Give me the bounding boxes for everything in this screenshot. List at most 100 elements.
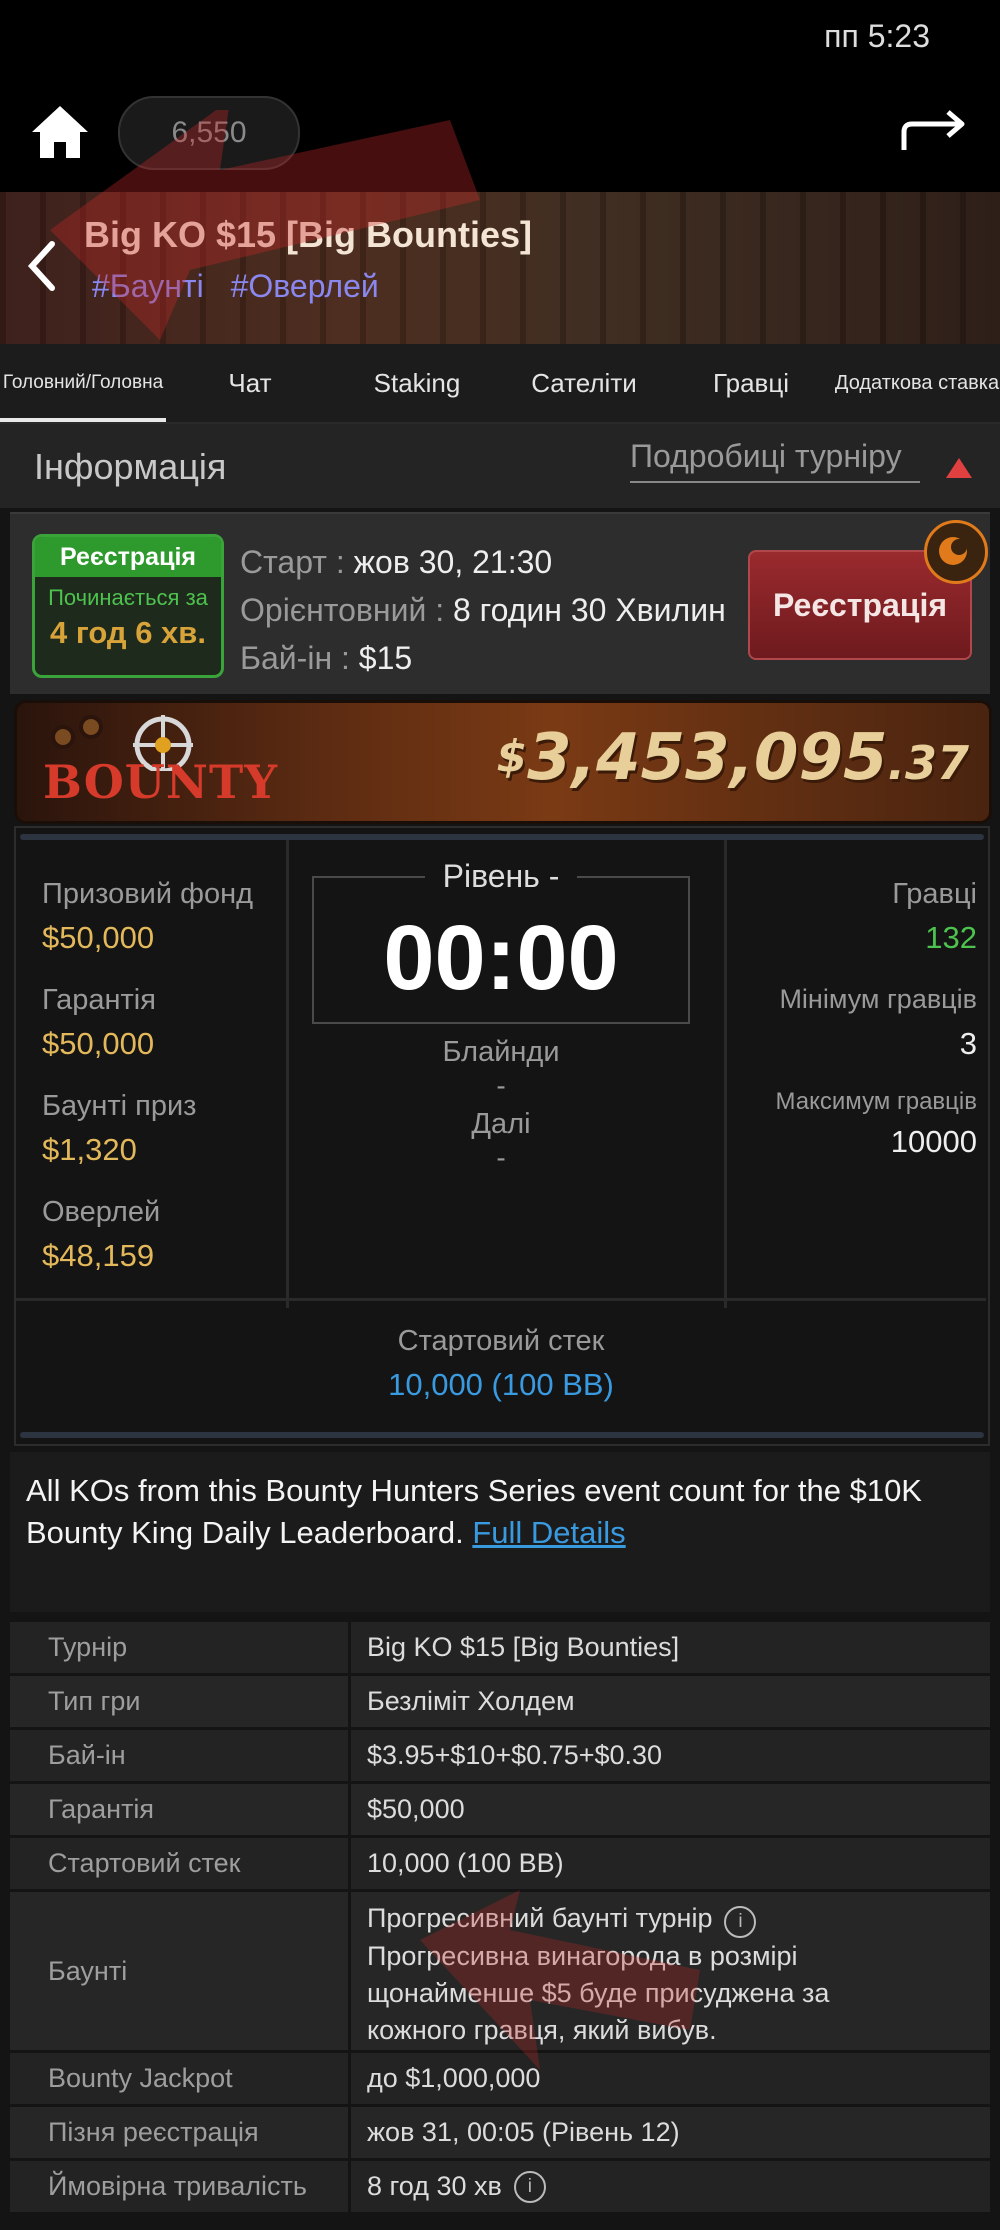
start-value: жов 30, 21:30 — [353, 544, 553, 580]
detail-value: Big KO $15 [Big Bounties] — [367, 1632, 680, 1662]
detail-key: Bounty Jackpot — [10, 2053, 351, 2104]
tab-players[interactable]: Гравці — [668, 344, 834, 422]
chip-balance[interactable]: 6,550 — [118, 96, 300, 170]
detail-key: Стартовий стек — [10, 1838, 351, 1889]
max-players-label: Максимум гравців — [775, 1088, 977, 1115]
back-chevron-icon[interactable] — [24, 238, 60, 294]
table-row: Турнір Big KO $15 [Big Bounties] — [10, 1622, 990, 1676]
next-value: - — [496, 1142, 506, 1173]
tournament-title: Big KO $15 [Big Bounties] — [84, 214, 533, 255]
detail-value: Прогресивний баунті турнір — [367, 1903, 713, 1933]
tag-overlay[interactable]: #Оверлей — [231, 268, 379, 304]
level-label: Рівень - — [424, 858, 578, 894]
table-row: Тип гри Безліміт Холдем — [10, 1676, 990, 1730]
detail-value: 8 год 30 хв — [367, 2171, 502, 2201]
registration-info: Старт : жов 30, 21:30 Орієнтовний : 8 го… — [240, 538, 726, 682]
tournament-header: Big KO $15 [Big Bounties] #Баунті #Оверл… — [0, 192, 1000, 344]
bounty-amount-main: 3,453,095 — [527, 721, 888, 795]
detail-value: 10,000 (100 BB) — [367, 1848, 564, 1878]
tournament-stats: Призовий фонд $50,000 Гарантія $50,000 Б… — [14, 826, 990, 1446]
starting-stack-value: 10,000 (100 BB) — [388, 1367, 614, 1402]
buyin-value: $15 — [358, 640, 413, 676]
players-label: Гравці — [892, 878, 977, 910]
estimated-label: Орієнтовний : — [240, 592, 445, 628]
players-value: 132 — [925, 920, 977, 955]
detail-value-block: Прогресивний баунті турнір i Прогресивна … — [351, 1892, 990, 2050]
detail-value: жов 31, 00:05 (Рівень 12) — [367, 2117, 680, 2147]
guarantee-label: Гарантія — [42, 984, 156, 1016]
estimated-value: 8 годин 30 Хвилин — [452, 592, 726, 628]
info-title: Інформація — [34, 446, 227, 487]
registration-status-title: Реєстрація — [35, 537, 221, 577]
detail-key: Бай-ін — [10, 1730, 351, 1781]
prize-pool-label: Призовий фонд — [42, 878, 254, 910]
guarantee-value: $50,000 — [42, 1026, 155, 1061]
top-bar: 6,550 — [0, 80, 1000, 192]
level-clock: Рівень - 00:00 — [312, 858, 690, 1024]
tab-bar: Головний/Головна Чат Staking Сателіти Гр… — [0, 344, 1000, 424]
detail-key: Гарантія — [10, 1784, 351, 1835]
promo-banner: All KOs from this Bounty Hunters Series … — [10, 1452, 990, 1612]
tab-main[interactable]: Головний/Головна — [0, 344, 166, 422]
info-icon[interactable]: i — [513, 2170, 546, 2203]
status-time: пп 5:23 — [824, 18, 930, 54]
tab-staking[interactable]: Staking — [334, 344, 500, 422]
prize-pool-value: $50,000 — [42, 920, 155, 955]
min-players-label: Мінімум гравців — [779, 984, 977, 1014]
tournament-details-link[interactable]: Подробиці турніру — [630, 438, 920, 483]
tab-add-on[interactable]: Додаткова ставка — [834, 344, 1000, 422]
promo-paragraph: All KOs from this Bounty Hunters Series … — [26, 1470, 966, 1554]
stats-bottom-divider — [20, 1432, 984, 1438]
starts-in-label: Починається за — [48, 585, 208, 610]
home-icon[interactable] — [28, 100, 92, 164]
table-row: Bounty Jackpot до $1,000,000 — [10, 2053, 990, 2107]
overlay-label: Оверлей — [42, 1196, 161, 1228]
detail-value: $50,000 — [367, 1794, 465, 1824]
bounty-word: BOUNTY — [43, 755, 279, 809]
blinds-label: Блайнди — [442, 1036, 560, 1068]
info-header: Інформація Подробиці турніру — [0, 424, 1000, 508]
prize-column: Призовий фонд $50,000 Гарантія $50,000 Б… — [16, 840, 289, 1308]
status-bar: пп 5:23 — [0, 0, 1000, 80]
min-players-value: 3 — [959, 1026, 977, 1061]
tag-bounty[interactable]: #Баунті — [92, 268, 204, 304]
table-row: Гарантія $50,000 — [10, 1784, 990, 1838]
table-row: Ймовірна тривалість 8 год 30 хв i — [10, 2161, 990, 2215]
tournament-tags: #Баунті #Оверлей — [92, 268, 397, 305]
early-bird-icon — [939, 537, 967, 565]
tab-chat[interactable]: Чат — [166, 344, 334, 422]
start-label: Старт : — [240, 544, 345, 580]
level-label-wrap: Рівень - — [314, 858, 688, 895]
full-details-link[interactable]: Full Details — [472, 1515, 625, 1550]
detail-key: Баунті — [10, 1892, 351, 2050]
bounty-description: Прогресивна винагорода в розмірі щонайме… — [367, 1941, 830, 2045]
table-row: Баунті Прогресивний баунті турнір i Прогр… — [10, 1892, 990, 2053]
early-bird-badge-icon — [924, 520, 988, 584]
bounty-jackpot-banner: BOUNTY $3,453,095.37 — [14, 700, 992, 824]
details-table: Турнір Big KO $15 [Big Bounties] Тип гри… — [10, 1622, 990, 2215]
level-timer: 00:00 — [383, 907, 619, 1009]
next-label: Далі — [471, 1108, 531, 1140]
starting-stack-row: Стартовий стек 10,000 (100 BB) — [16, 1298, 986, 1435]
overlay-value: $48,159 — [42, 1238, 155, 1273]
detail-key: Тип гри — [10, 1676, 351, 1727]
bounty-prize-value: $1,320 — [42, 1132, 137, 1167]
info-icon[interactable]: i — [724, 1906, 757, 1938]
detail-key: Пізня реєстрація — [10, 2107, 351, 2158]
detail-key: Турнір — [10, 1622, 351, 1673]
registration-status: Реєстрація Починається за 4 год 6 хв. — [32, 534, 224, 678]
registration-panel: Реєстрація Починається за 4 год 6 хв. Ст… — [10, 512, 990, 694]
detail-value: $3.95+$10+$0.75+$0.30 — [367, 1740, 663, 1770]
table-row: Стартовий стек 10,000 (100 BB) — [10, 1838, 990, 1892]
bounty-amount-cents: .37 — [887, 736, 970, 790]
tab-satellites[interactable]: Сателіти — [500, 344, 668, 422]
table-row: Пізня реєстрація жов 31, 00:05 (Рівень 1… — [10, 2107, 990, 2161]
collapse-triangle-icon[interactable] — [946, 458, 972, 478]
exit-arrow-icon[interactable] — [896, 98, 972, 162]
buyin-label: Бай-ін : — [240, 640, 350, 676]
countdown: 4 год 6 хв. — [50, 615, 206, 650]
detail-key: Ймовірна тривалість — [10, 2161, 351, 2212]
bounty-jackpot-amount: $3,453,095.37 — [497, 721, 969, 795]
blinds-value: - — [496, 1070, 506, 1101]
players-column: Гравці 132 Мінімум гравців 3 Максимум гр… — [724, 840, 989, 1308]
